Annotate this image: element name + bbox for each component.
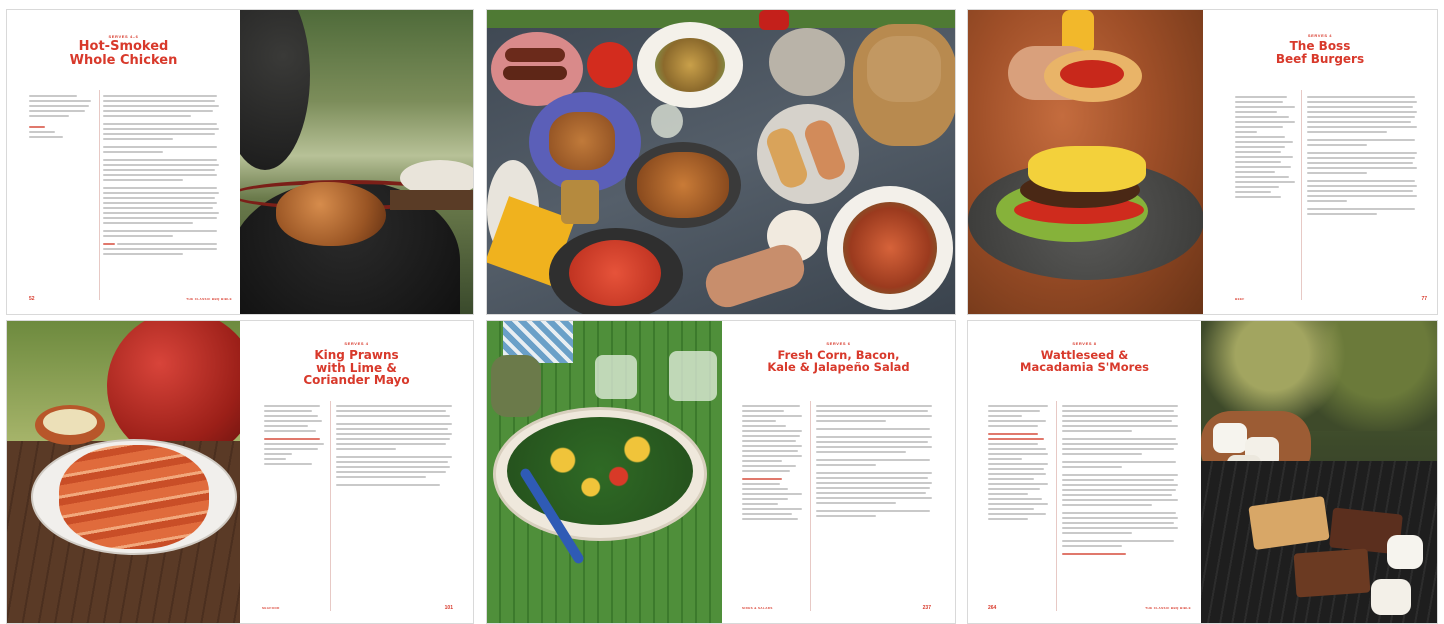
serves-label: SERVES 4 <box>1307 33 1333 38</box>
photo-smores <box>1201 321 1437 623</box>
serves-label: SERVES 6 <box>826 341 851 346</box>
recipe-page: SERVES 4 King Prawns with Lime & Coriand… <box>240 321 473 623</box>
running-footer: THE CLASSIC BBQ BIBLE <box>186 297 232 301</box>
recipe-page: SERVES 4 The Boss Beef Burgers BEEF 77 <box>1203 10 1437 314</box>
sausages <box>505 48 565 62</box>
title-line: King Prawns <box>314 348 399 362</box>
running-footer: SEAFOOD <box>262 606 280 610</box>
marshmallow <box>1371 579 1411 615</box>
recipe-title: Wattleseed & Macadamia S'Mores <box>968 349 1201 375</box>
spread-corn-kale-salad[interactable]: SERVES 6 Fresh Corn, Bacon, Kale & Jalap… <box>486 320 956 624</box>
photo-beef-burger <box>968 10 1203 314</box>
title-line: The Boss <box>1289 39 1351 53</box>
kamado-lid <box>240 10 310 170</box>
column-rule <box>810 401 811 611</box>
recipe-page: SERVES 4–6 Hot-Smoked Whole Chicken 52 T… <box>7 10 240 314</box>
smore <box>1293 548 1371 598</box>
page-number: 101 <box>444 605 453 611</box>
running-footer: THE CLASSIC BBQ BIBLE <box>1145 606 1191 610</box>
photo-corn-salad <box>487 321 722 623</box>
serves-label: SERVES 8 <box>1072 341 1097 346</box>
recipe-title: The Boss Beef Burgers <box>1203 40 1437 65</box>
sausage-board <box>769 28 845 96</box>
title-line: Hot-Smoked <box>78 39 169 54</box>
spread-king-prawns[interactable]: SERVES 4 King Prawns with Lime & Coriand… <box>6 320 474 624</box>
photo-king-prawns <box>7 321 240 623</box>
recipe-title: Hot-Smoked Whole Chicken <box>7 40 240 68</box>
title-line: Macadamia S'Mores <box>1020 360 1149 375</box>
water-glass <box>595 355 637 399</box>
column-rule <box>1056 401 1057 611</box>
spread-beef-burgers[interactable]: SERVES 4 The Boss Beef Burgers BEEF 77 <box>967 9 1438 315</box>
sauce-bottle <box>759 10 789 30</box>
side-table <box>390 190 473 210</box>
title-line: Coriander Mayo <box>303 373 410 388</box>
serves-label: SERVES 4 <box>344 341 369 346</box>
recipe-title: King Prawns with Lime & Coriander Mayo <box>240 349 473 387</box>
cheese <box>1028 146 1146 192</box>
column-rule <box>99 90 100 300</box>
title-line: Kale & Jalapeño Salad <box>767 360 910 375</box>
page-number: 264 <box>988 605 997 611</box>
salad <box>507 417 693 525</box>
page-number: 237 <box>922 605 931 611</box>
tomato-bowl <box>587 42 633 88</box>
photo-bbq-spread <box>487 10 955 314</box>
spread-smores[interactable]: SERVES 8 Wattleseed & Macadamia S'Mores <box>967 320 1438 624</box>
photo-smoked-chicken <box>240 10 473 314</box>
marshmallow <box>1387 535 1423 569</box>
recipe-title: Fresh Corn, Bacon, Kale & Jalapeño Salad <box>722 349 955 375</box>
recipe-page: SERVES 8 Wattleseed & Macadamia S'Mores <box>968 321 1201 623</box>
running-footer: SIDES & SALADS <box>742 606 773 610</box>
marshmallow <box>1213 423 1247 453</box>
water-glass <box>651 104 683 138</box>
beer-can <box>561 180 599 224</box>
reaching-hand <box>700 239 810 313</box>
title-line: Beef Burgers <box>1275 51 1365 66</box>
recipe-page: SERVES 6 Fresh Corn, Bacon, Kale & Jalap… <box>722 321 955 623</box>
water-glass <box>669 351 717 401</box>
prawns <box>59 445 209 549</box>
page-number: 52 <box>29 296 35 302</box>
column-rule <box>1301 90 1302 300</box>
column-rule <box>330 401 331 611</box>
spread-bbq-table-photo[interactable] <box>486 9 956 315</box>
spread-hot-smoked-chicken[interactable]: SERVES 4–6 Hot-Smoked Whole Chicken 52 T… <box>6 9 474 315</box>
roast-chicken <box>276 182 386 246</box>
title-line: Whole Chicken <box>69 52 178 68</box>
page-number: 77 <box>1421 296 1427 302</box>
running-footer: BEEF <box>1235 297 1245 301</box>
jug <box>491 355 541 417</box>
